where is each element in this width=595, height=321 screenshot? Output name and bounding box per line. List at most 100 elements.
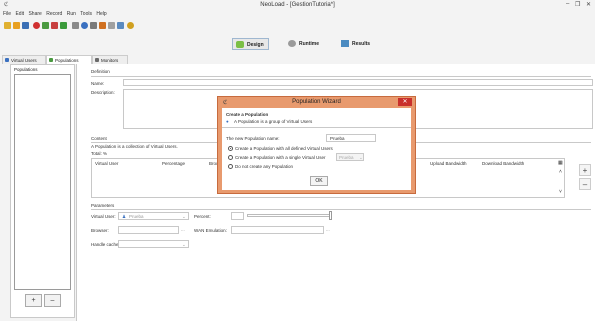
wan-browse-button[interactable]: ... bbox=[326, 227, 330, 232]
single-user-select: Prueba ⌄ bbox=[336, 153, 364, 161]
divider bbox=[91, 209, 591, 210]
ok-button[interactable]: OK bbox=[310, 176, 328, 186]
menu-help[interactable]: Help bbox=[96, 10, 106, 19]
virtual-user-icon: ♟ bbox=[122, 214, 127, 219]
browser-label: Browser: bbox=[91, 228, 109, 233]
close-window-button[interactable]: ✕ bbox=[586, 1, 591, 8]
menu-bar: File Edit Share Record Run Tools Help bbox=[0, 10, 595, 19]
browser-browse-button[interactable]: ... bbox=[181, 227, 185, 232]
title-bar: ℭ NeoLoad - [GestionTutoria*] – ❐ ✕ bbox=[0, 0, 595, 10]
slider-handle[interactable] bbox=[329, 211, 332, 220]
divider bbox=[91, 76, 591, 77]
radio-single-user[interactable] bbox=[228, 155, 233, 160]
column-percentage[interactable]: Percentage bbox=[162, 161, 185, 166]
runtime-icon bbox=[288, 40, 296, 47]
results-mode-button[interactable]: Results bbox=[338, 38, 374, 50]
info-icon: ● bbox=[226, 119, 229, 124]
dialog-info: A Population is a group of Virtual Users bbox=[234, 119, 313, 124]
population-wizard-dialog: Population Wizard ℭ ✕ Create a Populatio… bbox=[217, 96, 416, 194]
menu-share[interactable]: Share bbox=[28, 10, 41, 19]
tab-populations[interactable]: Populations bbox=[46, 55, 92, 64]
virtual-user-label: Virtual User: bbox=[91, 214, 116, 219]
tab-monitors[interactable]: Monitors bbox=[92, 55, 128, 64]
play-icon[interactable] bbox=[60, 22, 67, 29]
percent-field[interactable] bbox=[231, 212, 244, 220]
percent-slider[interactable] bbox=[247, 214, 332, 217]
chevron-down-icon: ⌄ bbox=[359, 155, 363, 160]
new-project-icon[interactable] bbox=[4, 22, 11, 29]
virtual-user-select[interactable]: ♟ Prueba ⌄ bbox=[118, 212, 189, 220]
definition-section: Definition bbox=[91, 69, 110, 74]
scroll-up-icon[interactable]: ˄ bbox=[559, 169, 562, 175]
help-icon[interactable] bbox=[127, 22, 134, 29]
populations-panel: Populations + – bbox=[10, 64, 75, 318]
dialog-title: Population Wizard bbox=[292, 99, 341, 105]
radio-all-users-label: Create a Population with all defined Vir… bbox=[235, 146, 333, 151]
parameters-section: Parameters bbox=[91, 203, 115, 208]
export-icon[interactable] bbox=[117, 22, 124, 29]
browser-field[interactable] bbox=[118, 226, 179, 234]
monitor-icon[interactable] bbox=[72, 22, 79, 29]
menu-record[interactable]: Record bbox=[46, 10, 62, 19]
monitors-icon bbox=[95, 58, 99, 62]
name-label: Name: bbox=[91, 81, 105, 86]
column-upload-bandwidth[interactable]: Upload Bandwidth bbox=[430, 161, 467, 166]
population-name-label: The new Population name: bbox=[226, 136, 280, 141]
window-title: NeoLoad - [GestionTutoria*] bbox=[260, 2, 335, 8]
radio-no-population[interactable] bbox=[228, 164, 233, 169]
runtime-mode-button[interactable]: Runtime bbox=[285, 38, 323, 50]
settings-icon[interactable] bbox=[90, 22, 97, 29]
results-icon bbox=[341, 40, 349, 47]
menu-file[interactable]: File bbox=[3, 10, 11, 19]
maximize-button[interactable]: ❐ bbox=[575, 1, 580, 8]
column-download-bandwidth[interactable]: Download Bandwidth bbox=[482, 161, 524, 166]
population-name-input[interactable]: Prueba bbox=[326, 134, 376, 142]
minimize-button[interactable]: – bbox=[566, 1, 569, 7]
radio-all-users[interactable] bbox=[228, 146, 233, 151]
percent-label: Percent: bbox=[194, 214, 211, 219]
design-icon bbox=[236, 41, 244, 48]
globe-icon[interactable] bbox=[81, 22, 88, 29]
save-icon[interactable] bbox=[22, 22, 29, 29]
report-icon[interactable] bbox=[108, 22, 115, 29]
content-section: Content bbox=[91, 136, 107, 141]
dialog-heading: Create a Population bbox=[226, 112, 269, 117]
tab-virtual-users[interactable]: Virtual Users bbox=[2, 55, 46, 64]
virtual-users-icon bbox=[5, 58, 9, 62]
remove-row-button[interactable]: – bbox=[579, 178, 591, 190]
users-icon[interactable] bbox=[99, 22, 106, 29]
chevron-down-icon: ⌄ bbox=[182, 214, 186, 219]
populations-list[interactable] bbox=[14, 74, 71, 290]
mode-bar: Design Runtime Results bbox=[0, 33, 595, 53]
scroll-down-icon[interactable]: ˅ bbox=[559, 189, 562, 195]
divider bbox=[222, 127, 411, 128]
populations-title: Populations bbox=[14, 67, 38, 72]
handle-cache-label: Handle cache: bbox=[91, 242, 120, 247]
radio-no-population-label: Do not create any Population bbox=[235, 164, 294, 169]
design-tabs: Virtual Users Populations Monitors bbox=[0, 55, 130, 64]
handle-cache-select[interactable]: ⌄ bbox=[118, 240, 189, 248]
open-project-icon[interactable] bbox=[13, 22, 20, 29]
name-field[interactable] bbox=[123, 79, 593, 86]
remove-population-button[interactable]: – bbox=[44, 294, 61, 307]
menu-edit[interactable]: Edit bbox=[15, 10, 24, 19]
dialog-body: Create a Population ● A Population is a … bbox=[222, 108, 411, 190]
menu-tools[interactable]: Tools bbox=[80, 10, 92, 19]
wan-field[interactable] bbox=[231, 226, 324, 234]
add-row-button[interactable]: + bbox=[579, 164, 591, 176]
design-mode-button[interactable]: Design bbox=[232, 38, 269, 50]
toolbar bbox=[0, 19, 595, 33]
menu-run[interactable]: Run bbox=[67, 10, 76, 19]
record-icon[interactable] bbox=[33, 22, 40, 29]
add-population-button[interactable]: + bbox=[25, 294, 42, 307]
total-label: Total: % bbox=[91, 151, 108, 156]
dialog-close-button[interactable]: ✕ bbox=[398, 98, 412, 106]
table-options-icon[interactable]: ▦ bbox=[558, 160, 563, 166]
description-label: Description: bbox=[91, 90, 115, 95]
column-virtual-user[interactable]: Virtual User bbox=[95, 161, 118, 166]
check-icon[interactable] bbox=[42, 22, 49, 29]
wan-label: WAN Emulation: bbox=[194, 228, 227, 233]
virtual-user-value: Prueba bbox=[129, 214, 144, 219]
content-subtitle: A Population is a collection of Virtual … bbox=[91, 144, 178, 149]
stop-icon[interactable] bbox=[51, 22, 58, 29]
